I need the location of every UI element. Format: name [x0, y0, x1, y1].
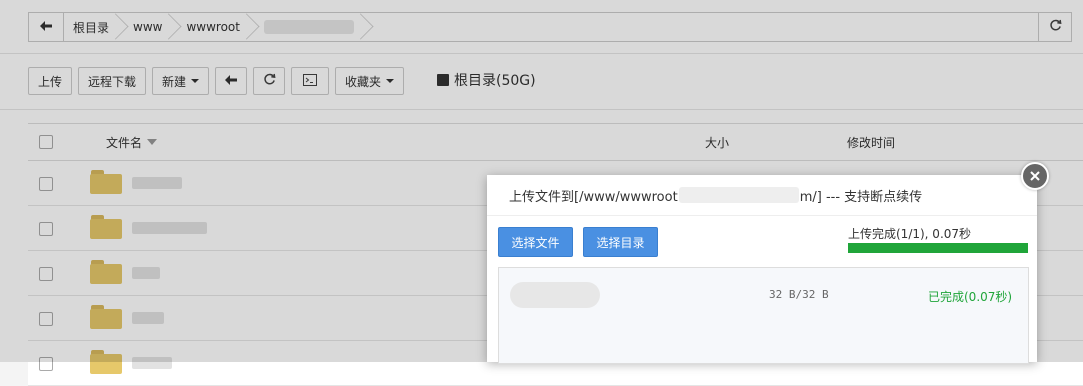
close-dialog-button[interactable] [1021, 162, 1049, 190]
upload-file-status: 已完成(0.07秒) [928, 290, 1013, 304]
upload-progress-bar [848, 243, 1028, 253]
dialog-title: 上传文件到[/www/wwwroot m/] --- 支持断点续传 [487, 175, 1037, 216]
select-file-button[interactable]: 选择文件 [498, 227, 573, 257]
select-directory-button[interactable]: 选择目录 [583, 227, 658, 257]
upload-progress-fill [848, 243, 1028, 253]
upload-dialog: 上传文件到[/www/wwwroot m/] --- 支持断点续传 选择文件 选… [487, 175, 1037, 364]
upload-file-name [510, 282, 600, 308]
upload-file-list: 32 B/32 B 已完成(0.07秒) [498, 267, 1029, 364]
upload-file-size: 32 B/32 B [769, 288, 829, 301]
upload-progress-text: 上传完成(1/1), 0.07秒 [848, 227, 972, 241]
redacted-path [678, 187, 799, 203]
close-icon [1029, 167, 1041, 186]
